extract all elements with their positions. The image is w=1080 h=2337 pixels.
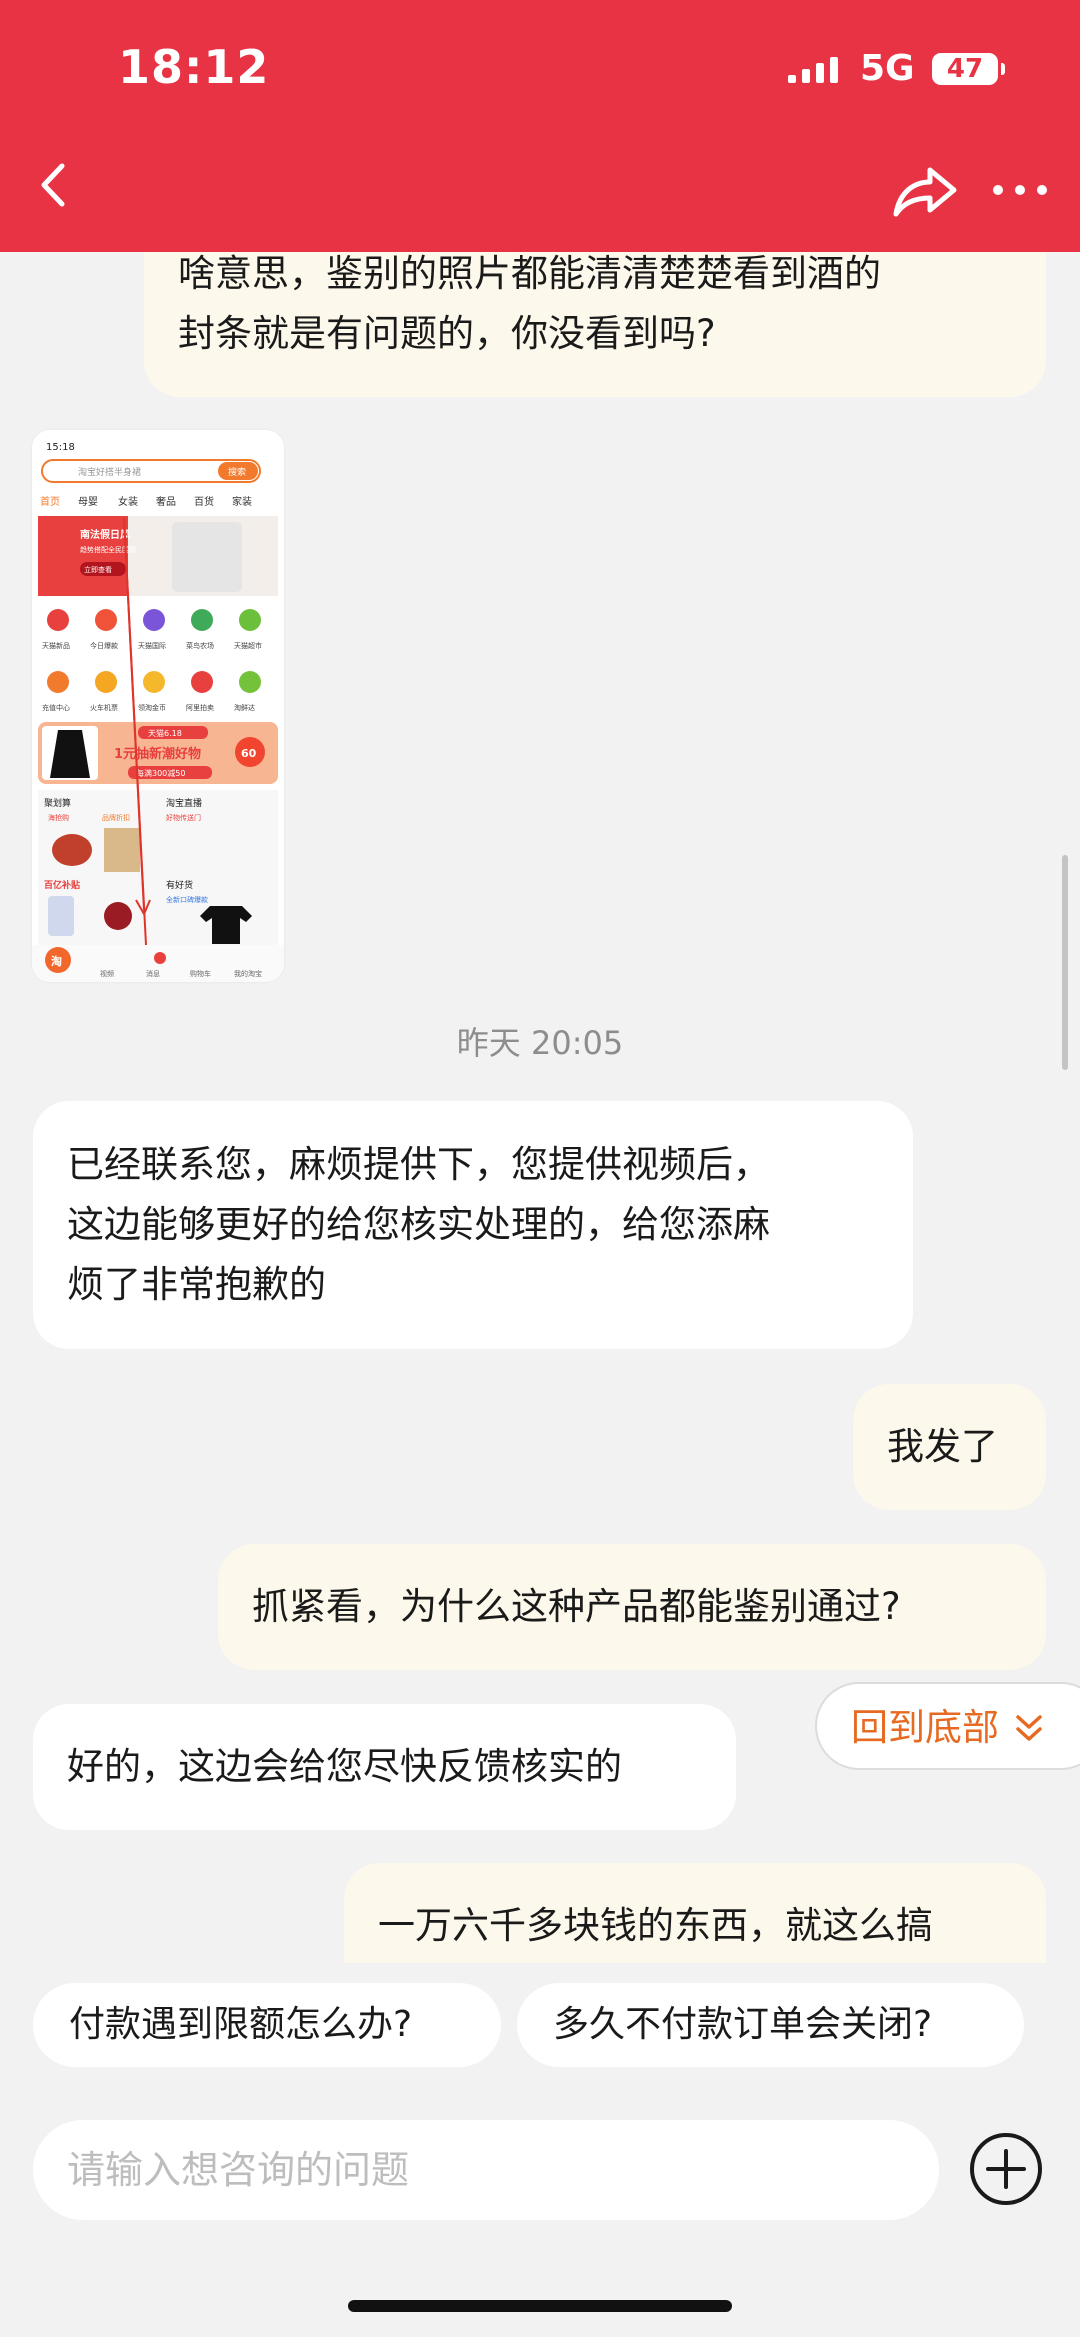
agent-message: 已经联系您，麻烦提供下，您提供视频后， 这边能够更好的给您核实处理的，给您添麻 … (33, 1101, 913, 1349)
thumb-icon-label: 火车机票 (90, 703, 118, 712)
thumb-nav: 视频 (100, 969, 114, 978)
thumb-promo-tag: 天猫6.18 (148, 728, 182, 738)
status-time: 18:12 (118, 40, 270, 94)
signal-icon (788, 57, 838, 83)
thumb-tab: 首页 (40, 495, 60, 508)
thumb-search-btn: 搜索 (228, 466, 246, 478)
scrollbar[interactable] (1062, 855, 1068, 1070)
thumb-banner-title: 南法假日风 (80, 528, 130, 541)
message-text: 啥意思，鉴别的照片都能清清楚楚看到酒的 (178, 252, 881, 295)
message-text: 这边能够更好的给您核实处理的，给您添麻 (67, 1203, 770, 1246)
thumb-time: 15:18 (46, 442, 75, 453)
thumb-section: 有好货 (166, 879, 193, 891)
top-bar: 18:12 5G 47 (0, 0, 1080, 252)
thumb-section-tag: 海抢购 (48, 813, 69, 822)
network-label: 5G (860, 48, 915, 89)
thumb-section: 淘宝直播 (166, 797, 202, 809)
message-input[interactable]: 请输入想咨询的问题 (33, 2120, 939, 2220)
thumb-promo-text: 1元抽新潮好物 (114, 746, 201, 762)
jump-to-bottom-label: 回到底部 (851, 1706, 999, 1749)
home-indicator[interactable] (348, 2300, 732, 2312)
thumb-icon-label: 天猫超市 (234, 641, 262, 650)
message-text: 已经联系您，麻烦提供下，您提供视频后， (67, 1143, 770, 1186)
thumb-section-tag: 品牌折扣 (102, 813, 130, 822)
more-options-icon[interactable] (990, 170, 1050, 210)
quick-reply-chip[interactable]: 多久不付款订单会关闭? (517, 1983, 1024, 2067)
thumb-nav: 购物车 (190, 969, 211, 978)
thumb-search: 淘宝好搭半身裙 (78, 466, 141, 478)
my-message: 我发了 (853, 1384, 1046, 1510)
screenshot-image[interactable]: 15:18 淘宝好搭半身裙 搜索 首页 母婴 女装 奢品 百货 家装 南法假日风… (32, 430, 284, 982)
my-message: 抓紧看，为什么这种产品都能鉴别通过? (218, 1544, 1046, 1670)
composer-area: 付款遇到限额怎么办? 多久不付款订单会关闭? 请输入想咨询的问题 (0, 1963, 1080, 2337)
quick-reply-chip[interactable]: 付款遇到限额怎么办? (33, 1983, 501, 2067)
thumb-nav: 淘 (51, 954, 62, 968)
jump-to-bottom-button[interactable]: 回到底部 (815, 1682, 1080, 1770)
thumb-promo-badge: 60 (241, 747, 257, 760)
thumb-tab: 家装 (232, 495, 252, 508)
message-timestamp: 昨天 20:05 (456, 1024, 624, 1062)
battery-icon: 47 (932, 53, 1005, 85)
thumb-icon-label: 天猫新品 (42, 641, 70, 650)
thumb-tab: 奢品 (156, 495, 176, 508)
message-text: 烦了非常抱歉的 (67, 1263, 326, 1306)
back-arrow-icon[interactable] (30, 160, 80, 210)
agent-message: 好的，这边会给您尽快反馈核实的 (33, 1704, 736, 1830)
thumb-section: 百亿补贴 (44, 879, 80, 891)
thumb-section-sub: 好物传送门 (166, 813, 201, 822)
my-message: 一万六千多块钱的东西，就这么搞 (344, 1863, 1046, 1963)
thumb-section-sub: 全新口碑爆款 (166, 895, 208, 904)
thumb-icon-label: 今日爆款 (90, 641, 118, 650)
thumb-tab: 百货 (194, 495, 214, 508)
thumb-nav: 我的淘宝 (234, 969, 262, 978)
thumb-icon-label: 充值中心 (42, 703, 70, 712)
thumb-icon-label: 菜鸟农场 (186, 641, 214, 650)
thumb-tab: 女装 (118, 495, 138, 508)
thumb-icon-label: 领淘金币 (138, 703, 166, 712)
message-text: 封条就是有问题的，你没看到吗? (178, 312, 716, 355)
double-chevron-down-icon (1016, 1715, 1042, 1741)
thumb-tab: 母婴 (78, 496, 98, 508)
thumb-icon-label: 阿里拍卖 (186, 703, 214, 712)
add-attachment-icon[interactable] (968, 2131, 1044, 2207)
thumb-banner-btn: 立即查看 (84, 565, 112, 574)
thumb-icon-label: 天猫国际 (138, 641, 166, 650)
share-icon[interactable] (890, 160, 960, 220)
thumb-banner-sub: 趋势搭配全民围观 (80, 545, 136, 554)
thumb-icon-label: 淘鲜达 (234, 703, 255, 712)
thumb-section: 聚划算 (44, 797, 71, 809)
thumb-nav: 消息 (146, 969, 160, 978)
thumb-promo-sub: 每满300减50 (136, 768, 185, 778)
